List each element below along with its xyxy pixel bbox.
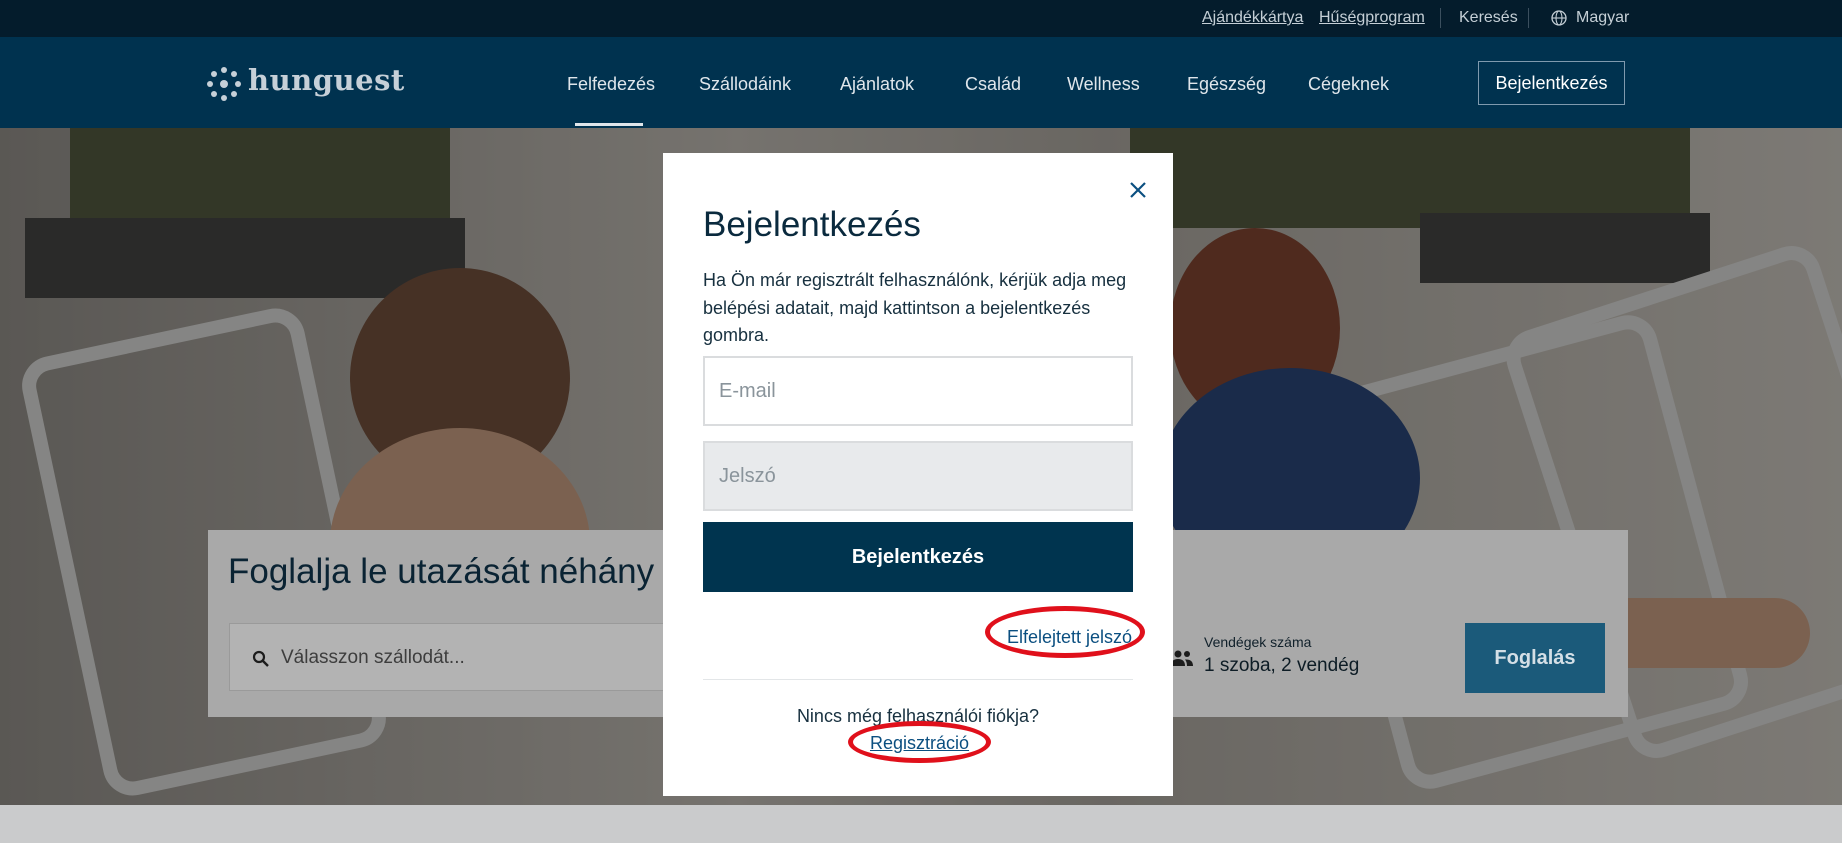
modal-title: Bejelentkezés — [703, 205, 921, 244]
search-link[interactable]: Keresés — [1459, 9, 1518, 27]
active-nav-indicator — [575, 123, 643, 126]
divider — [1440, 8, 1441, 28]
modal-description: Ha Ön már regisztrált felhasználónk, kér… — [703, 270, 1127, 345]
language-selector[interactable]: Magyar — [1576, 9, 1629, 27]
email-field[interactable]: E-mail — [703, 356, 1133, 426]
guests-label: Vendégek száma — [1204, 634, 1312, 650]
header-login-button[interactable]: Bejelentkezés — [1478, 61, 1625, 105]
nav-item-egeszseg[interactable]: Egészség — [1187, 74, 1266, 95]
people-icon — [1171, 650, 1193, 666]
nav-item-felfedezes[interactable]: Felfedezés — [567, 74, 655, 95]
gift-card-link[interactable]: Ajándékkártya — [1202, 9, 1303, 27]
password-field[interactable]: Jelszó — [703, 441, 1133, 511]
nav-item-ajanlatok[interactable]: Ajánlatok — [840, 74, 914, 95]
login-submit-button[interactable]: Bejelentkezés — [703, 522, 1133, 592]
nav-item-wellness[interactable]: Wellness — [1067, 74, 1140, 95]
main-nav: hunguest Felfedezés Szállodáink Ajánlato… — [0, 37, 1842, 128]
hotel-select[interactable]: Válasszon szállodát... — [229, 623, 684, 691]
loyalty-program-link[interactable]: Hűségprogram — [1319, 9, 1425, 27]
book-button[interactable]: Foglalás — [1465, 623, 1605, 693]
modal-divider — [703, 679, 1133, 680]
guests-selector[interactable]: 1 szoba, 2 vendég — [1204, 655, 1359, 677]
booking-title: Foglalja le utazását néhány — [228, 552, 655, 591]
highlight-ring — [985, 606, 1145, 658]
highlight-ring — [848, 721, 991, 763]
page-below-hero — [0, 805, 1842, 843]
brand-name[interactable]: hunguest — [248, 63, 405, 97]
nav-item-cegeknek[interactable]: Cégeknek — [1308, 74, 1389, 95]
nav-item-csalad[interactable]: Család — [965, 74, 1021, 95]
hotel-select-placeholder: Válasszon szállodát... — [281, 647, 465, 668]
login-modal: Bejelentkezés Ha Ön már regisztrált felh… — [663, 153, 1173, 796]
utility-bar: Ajándékkártya Hűségprogram Keresés Magya… — [0, 0, 1842, 37]
globe-icon[interactable] — [1551, 10, 1567, 26]
close-icon[interactable] — [1127, 179, 1149, 201]
nav-item-szallodaink[interactable]: Szállodáink — [699, 74, 791, 95]
divider — [1528, 8, 1529, 28]
search-icon — [252, 650, 269, 667]
hunguest-logo-icon[interactable] — [206, 66, 242, 102]
